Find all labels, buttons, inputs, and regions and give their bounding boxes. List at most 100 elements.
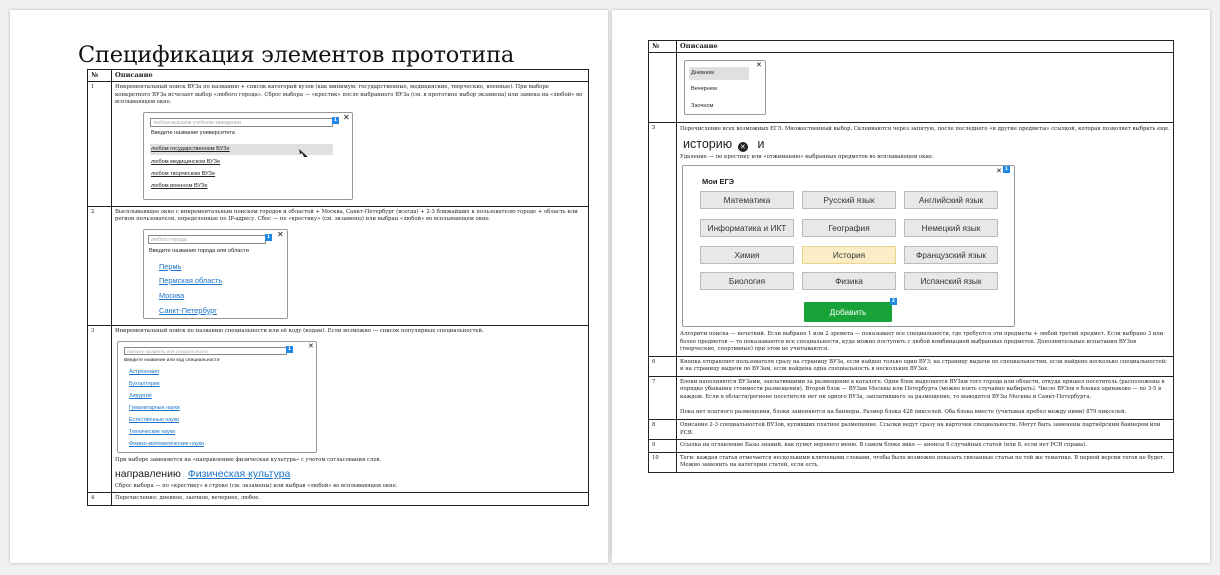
table-row: 6 Кнопка отправляет пользователя сразу н…	[648, 355, 1174, 377]
table-row: 1 Инкрементальный поиск ВУЗа по названию…	[87, 81, 589, 207]
exam-option-selected[interactable]: История	[802, 246, 896, 265]
row-text: При выборе заменяется на «направлению фи…	[115, 457, 382, 464]
city-hint: Введите название города или области	[149, 247, 249, 254]
row-text: Инкрементальный поиск ВУЗа по названию +…	[115, 84, 583, 106]
university-option[interactable]: любом творческом ВУЗе	[151, 171, 215, 179]
remove-subject-icon[interactable]: ✕	[737, 141, 748, 152]
exam-option[interactable]: Французский язык	[904, 246, 998, 265]
exam-option[interactable]: Информатика и ИКТ	[700, 219, 794, 238]
table-row: 9 Ссылка на оглавление Базы знаний, как …	[648, 439, 1174, 453]
specialty-option[interactable]: Гуманитарные науки	[129, 405, 180, 413]
university-option[interactable]: любом медицинском ВУЗе	[151, 159, 220, 167]
page-divider	[610, 40, 611, 555]
selected-subject: историю	[683, 136, 733, 151]
row-text: Блоки наполняются ВУЗами, заплатившими з…	[680, 378, 1165, 400]
row-number: 3	[87, 324, 112, 494]
table-row: 10 Теги: каждая статья отмечается нескол…	[648, 451, 1174, 473]
annotation-badge: 1	[265, 233, 272, 241]
study-form-option[interactable]: Дневном	[691, 70, 714, 78]
document-page-right: № Описание ✕ Дневном Вечернем Заочном 5	[612, 10, 1210, 563]
close-icon[interactable]: ✕	[996, 168, 1002, 175]
row-text: Высплывающее окно с инкрементальным поис…	[115, 208, 578, 223]
city-option[interactable]: Пермь	[159, 262, 181, 273]
exam-option[interactable]: Немецкий язык	[904, 219, 998, 238]
university-option[interactable]: любом государственном ВУЗе	[151, 146, 230, 154]
table-row: 7 Блоки наполняются ВУЗами, заплатившими…	[648, 375, 1174, 420]
row-number: 7	[648, 375, 677, 420]
university-option[interactable]: любом военном ВУЗе	[151, 183, 207, 191]
exam-option[interactable]: Английский язык	[904, 191, 998, 210]
row-number: 4	[87, 492, 112, 506]
row-number: 5	[648, 122, 677, 357]
exam-option[interactable]: Математика	[700, 191, 794, 210]
annotation-badge: 1	[286, 346, 293, 354]
modal-title: Мои ЕГЭ	[702, 177, 735, 187]
city-search-input[interactable]: любого города	[148, 234, 266, 244]
document-page-left: Спецификация элементов прототипа № Описа…	[10, 10, 608, 563]
city-popup: любого города 1 ✕ Введите название город…	[143, 228, 288, 319]
city-option[interactable]: Пермская область	[159, 276, 222, 287]
row-number: 2	[87, 205, 112, 326]
study-form-option[interactable]: Вечернем	[691, 86, 717, 94]
table-row: 3 Инкрементальный поиск по названию спец…	[87, 324, 589, 494]
exam-option[interactable]: География	[802, 219, 896, 238]
exam-option[interactable]: Физика	[802, 272, 896, 291]
city-option[interactable]: Санкт-Петербург	[159, 306, 217, 317]
close-icon[interactable]: ✕	[343, 113, 350, 122]
row-number: 9	[648, 439, 677, 453]
city-option[interactable]: Москва	[159, 291, 184, 302]
add-button[interactable]: Добавить	[804, 302, 892, 323]
example-plain: направлению	[115, 467, 181, 480]
close-icon[interactable]: ✕	[756, 62, 762, 69]
row-description: Высплывающее окно с инкрементальным поис…	[111, 205, 589, 326]
spec-table-right: № Описание ✕ Дневном Вечернем Заочном 5	[648, 39, 1174, 473]
exams-modal: ✕ 1 Мои ЕГЭ Математика Русский язык Англ…	[682, 165, 1015, 328]
row-description: Ссылка на оглавление Базы знаний, как пу…	[676, 439, 1174, 453]
university-search-input[interactable]: любом высшем учебном заведении	[150, 117, 333, 127]
page-title: Спецификация элементов прототипа	[78, 42, 515, 68]
table-row: 5 Перечисление всех возможных ЕГЭ. Множе…	[648, 122, 1174, 357]
row-description: Описание 2-3 специальностей ВУЗов, купив…	[676, 418, 1174, 441]
row-text: Перечисление всех возможных ЕГЭ. Множест…	[680, 126, 1170, 133]
specialty-option[interactable]: Хирургия	[129, 393, 152, 401]
exam-option[interactable]: Биология	[700, 272, 794, 291]
table-row: 4 Перечисление: дневное, заочное, вечерн…	[87, 492, 589, 506]
annotation-badge: 1	[1003, 166, 1010, 174]
close-icon[interactable]: ✕	[277, 230, 284, 239]
table-row: ✕ Дневном Вечернем Заочном	[648, 52, 1174, 124]
row-description: Теги: каждая статья отмечается нескольки…	[676, 451, 1174, 473]
specialty-search-input[interactable]: любому профилю или специальности	[124, 347, 287, 356]
row-text: Инкрементальный поиск по названию специа…	[115, 327, 484, 334]
row-number: 10	[648, 451, 677, 473]
table-row: 2 Высплывающее окно с инкрементальным по…	[87, 205, 589, 326]
row-description: Инкрементальный поиск ВУЗа по названию +…	[111, 81, 589, 207]
specialty-option[interactable]: Астрономия	[129, 369, 159, 377]
example-phrase: направлению Физическая культура	[115, 467, 585, 482]
row-number: 6	[648, 355, 677, 377]
header-desc: Описание	[111, 68, 589, 83]
exam-option[interactable]: Испанский язык	[904, 272, 998, 291]
subject-tail: и	[757, 136, 765, 151]
specialty-option[interactable]: Технические науки	[129, 429, 175, 437]
row-description: Перечисление всех возможных ЕГЭ. Множест…	[676, 122, 1174, 357]
specialty-hint: Введите название или код специальности	[124, 358, 220, 364]
specialty-option[interactable]: Естественные науки	[129, 417, 179, 425]
close-icon[interactable]: ✕	[308, 343, 314, 350]
example-link[interactable]: Физическая культура	[188, 468, 291, 480]
specialty-popup: любому профилю или специальности 1 ✕ Вве…	[117, 341, 317, 454]
study-form-option[interactable]: Заочном	[691, 103, 713, 111]
university-hint: Введите название университета	[151, 129, 235, 136]
exam-option[interactable]: Русский язык	[802, 191, 896, 210]
specialty-option[interactable]: Физико-математические науки	[129, 441, 204, 449]
annotation-badge: 2	[890, 298, 897, 306]
table-header-row: № Описание	[87, 68, 589, 83]
university-popup: любом высшем учебном заведении 1 ✕ Введи…	[143, 111, 353, 200]
specialty-option[interactable]: Бухгалтерия	[129, 381, 160, 389]
row-description: Инкрементальный поиск по названию специа…	[111, 324, 589, 494]
exam-option[interactable]: Химия	[700, 246, 794, 265]
row-number: 1	[87, 81, 112, 207]
mouse-cursor-icon	[299, 148, 308, 157]
row-description: Блоки наполняются ВУЗами, заплатившими з…	[676, 375, 1174, 420]
row-description: Кнопка отправляет пользователя сразу на …	[676, 355, 1174, 377]
row-text: Пока нет платного размещения, блоки заме…	[680, 409, 1127, 416]
